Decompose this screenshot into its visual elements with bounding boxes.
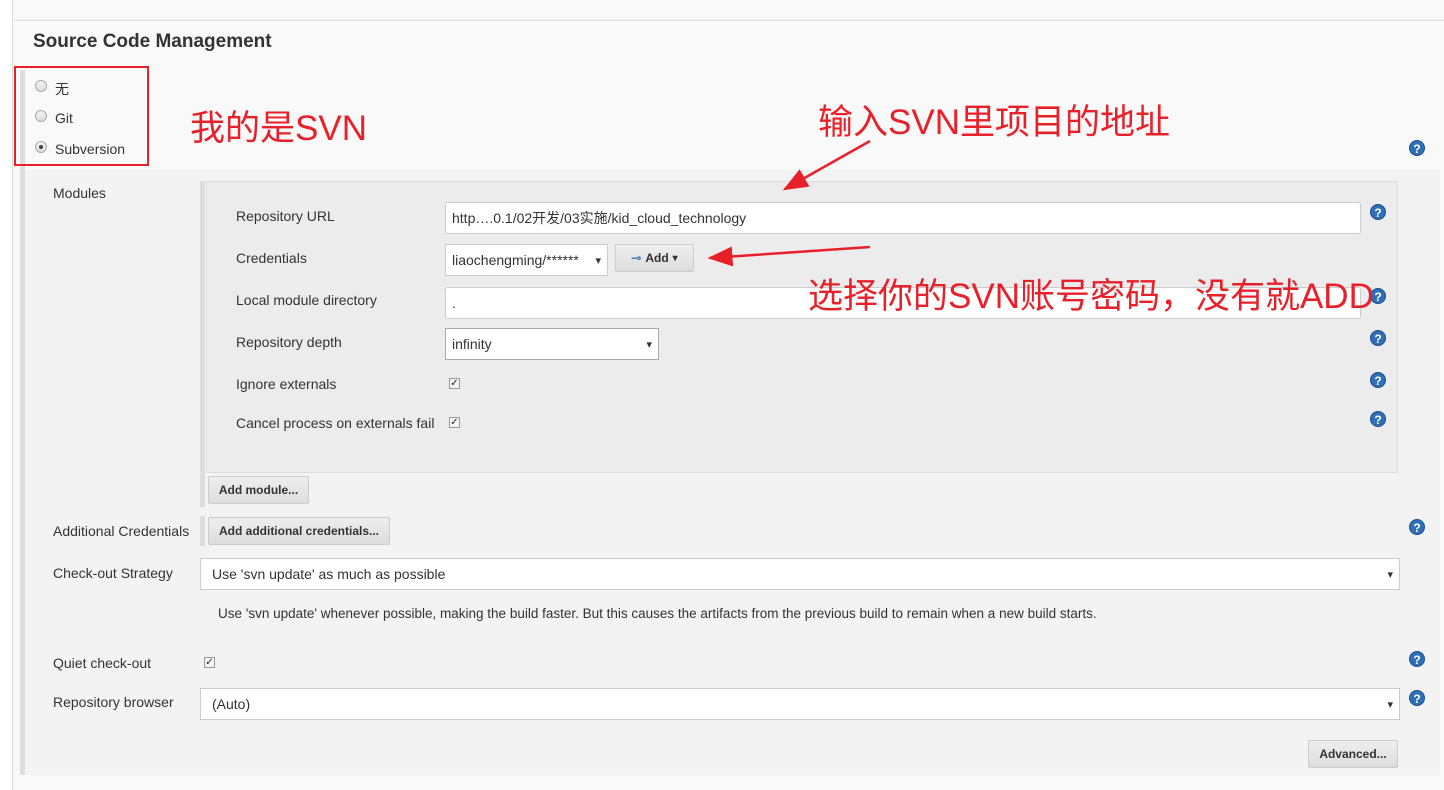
annotation-arrows xyxy=(707,139,871,267)
arrow-to-add xyxy=(707,245,871,267)
arrow-to-url xyxy=(782,139,871,191)
